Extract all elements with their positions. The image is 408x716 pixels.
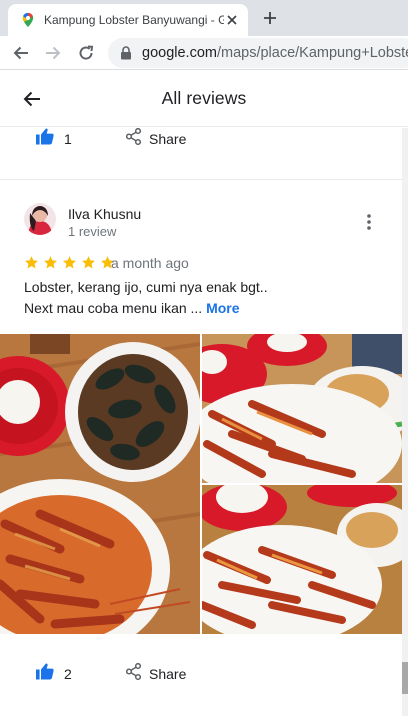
like-button[interactable]: 2: [36, 663, 72, 685]
review-date: a month ago: [111, 255, 189, 271]
share-icon: [125, 127, 142, 150]
review-actions: 2 Share: [0, 648, 402, 696]
thumbs-up-icon: [36, 128, 54, 150]
tab-title: Kampung Lobster Banyuwangi - G: [44, 13, 224, 27]
share-label: Share: [149, 666, 187, 682]
like-button[interactable]: 1: [36, 128, 72, 150]
star-icon: [63, 256, 76, 269]
share-icon: [125, 662, 142, 685]
url-text: google.com/maps/place/Kampung+Lobster: [142, 45, 408, 61]
new-tab-icon[interactable]: [260, 8, 280, 28]
thumbs-up-icon: [36, 663, 54, 685]
like-count: 1: [64, 131, 72, 147]
reviewer-name[interactable]: Ilva Khusnu: [68, 206, 141, 222]
previous-review-actions: 1 Share: [0, 127, 402, 180]
avatar[interactable]: [24, 203, 56, 235]
review-photo-3[interactable]: [202, 485, 402, 634]
scrollbar-track[interactable]: [402, 128, 408, 716]
scrollbar-thumb[interactable]: [402, 662, 408, 694]
star-rating: [24, 255, 119, 270]
review-photo-1[interactable]: [0, 334, 200, 634]
lock-icon: [120, 46, 132, 60]
forward-icon[interactable]: [42, 42, 64, 64]
page-title: All reviews: [161, 88, 247, 108]
reviews-header: All reviews: [0, 71, 408, 127]
more-vert-icon[interactable]: [360, 212, 378, 232]
maps-pin-icon: [20, 12, 36, 28]
star-icon: [82, 256, 95, 269]
review-text-line1: Lobster, kerang ijo, cumi nya enak bgt..: [24, 279, 268, 295]
share-button[interactable]: Share: [125, 127, 187, 150]
back-icon[interactable]: [10, 42, 32, 64]
reviewer-meta: 1 review: [68, 224, 117, 239]
star-icon: [44, 256, 57, 269]
browser-tabstrip: Kampung Lobster Banyuwangi - G: [0, 0, 408, 36]
like-count: 2: [64, 666, 72, 682]
browser-tab[interactable]: Kampung Lobster Banyuwangi - G: [8, 4, 248, 36]
share-label: Share: [149, 131, 187, 147]
url-path: /maps/place/Kampung+Lobster: [216, 45, 408, 61]
address-bar[interactable]: google.com/maps/place/Kampung+Lobster: [108, 38, 408, 68]
star-icon: [25, 256, 38, 269]
more-link[interactable]: More: [206, 300, 239, 316]
reload-icon[interactable]: [75, 42, 97, 64]
url-host: google.com: [142, 45, 217, 61]
close-tab-icon[interactable]: [224, 12, 240, 28]
share-button[interactable]: Share: [125, 662, 187, 685]
browser-toolbar: google.com/maps/place/Kampung+Lobster: [0, 36, 408, 70]
review-text-line2-content: Next mau coba menu ikan ...: [24, 300, 203, 316]
review-text-line2: Next mau coba menu ikan ... More: [24, 300, 240, 316]
review-photo-2[interactable]: [202, 334, 402, 483]
